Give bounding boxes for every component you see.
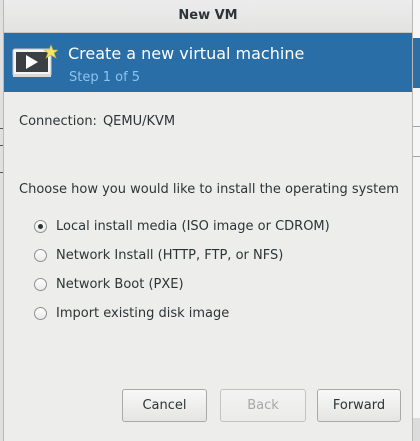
dialog-button-bar: Cancel Back Forward bbox=[4, 389, 412, 423]
background-window-right-edge bbox=[413, 0, 420, 441]
connection-row: Connection: QEMU/KVM bbox=[19, 114, 175, 129]
radio-network-boot[interactable]: Network Boot (PXE) bbox=[34, 270, 330, 299]
radio-button[interactable] bbox=[34, 278, 47, 291]
radio-label[interactable]: Network Boot (PXE) bbox=[56, 277, 184, 292]
radio-button-selected[interactable] bbox=[34, 220, 47, 233]
radio-network-install[interactable]: Network Install (HTTP, FTP, or NFS) bbox=[34, 241, 330, 270]
wizard-header-banner: Create a new virtual machine Step 1 of 5 bbox=[4, 33, 412, 92]
install-method-prompt: Choose how you would like to install the… bbox=[19, 182, 399, 197]
radio-label[interactable]: Import existing disk image bbox=[56, 306, 229, 321]
wizard-title: Create a new virtual machine bbox=[68, 44, 305, 63]
radio-button[interactable] bbox=[34, 249, 47, 262]
back-button[interactable]: Back bbox=[220, 389, 306, 422]
connection-label: Connection: bbox=[19, 114, 97, 129]
forward-button[interactable]: Forward bbox=[317, 389, 401, 422]
radio-local-install-media[interactable]: Local install media (ISO image or CDROM) bbox=[34, 212, 330, 241]
radio-import-disk-image[interactable]: Import existing disk image bbox=[34, 299, 330, 328]
connection-value: QEMU/KVM bbox=[102, 114, 176, 129]
install-method-radio-group: Local install media (ISO image or CDROM)… bbox=[34, 212, 330, 328]
radio-label[interactable]: Network Install (HTTP, FTP, or NFS) bbox=[56, 248, 283, 263]
virtual-machine-new-icon bbox=[12, 44, 59, 80]
wizard-step-indicator: Step 1 of 5 bbox=[69, 70, 141, 85]
radio-button[interactable] bbox=[34, 307, 47, 320]
new-vm-dialog: New VM Create a new virtual machine Step… bbox=[3, 0, 413, 441]
cancel-button[interactable]: Cancel bbox=[122, 389, 207, 422]
window-title[interactable]: New VM bbox=[4, 0, 412, 33]
radio-label[interactable]: Local install media (ISO image or CDROM) bbox=[56, 219, 330, 234]
